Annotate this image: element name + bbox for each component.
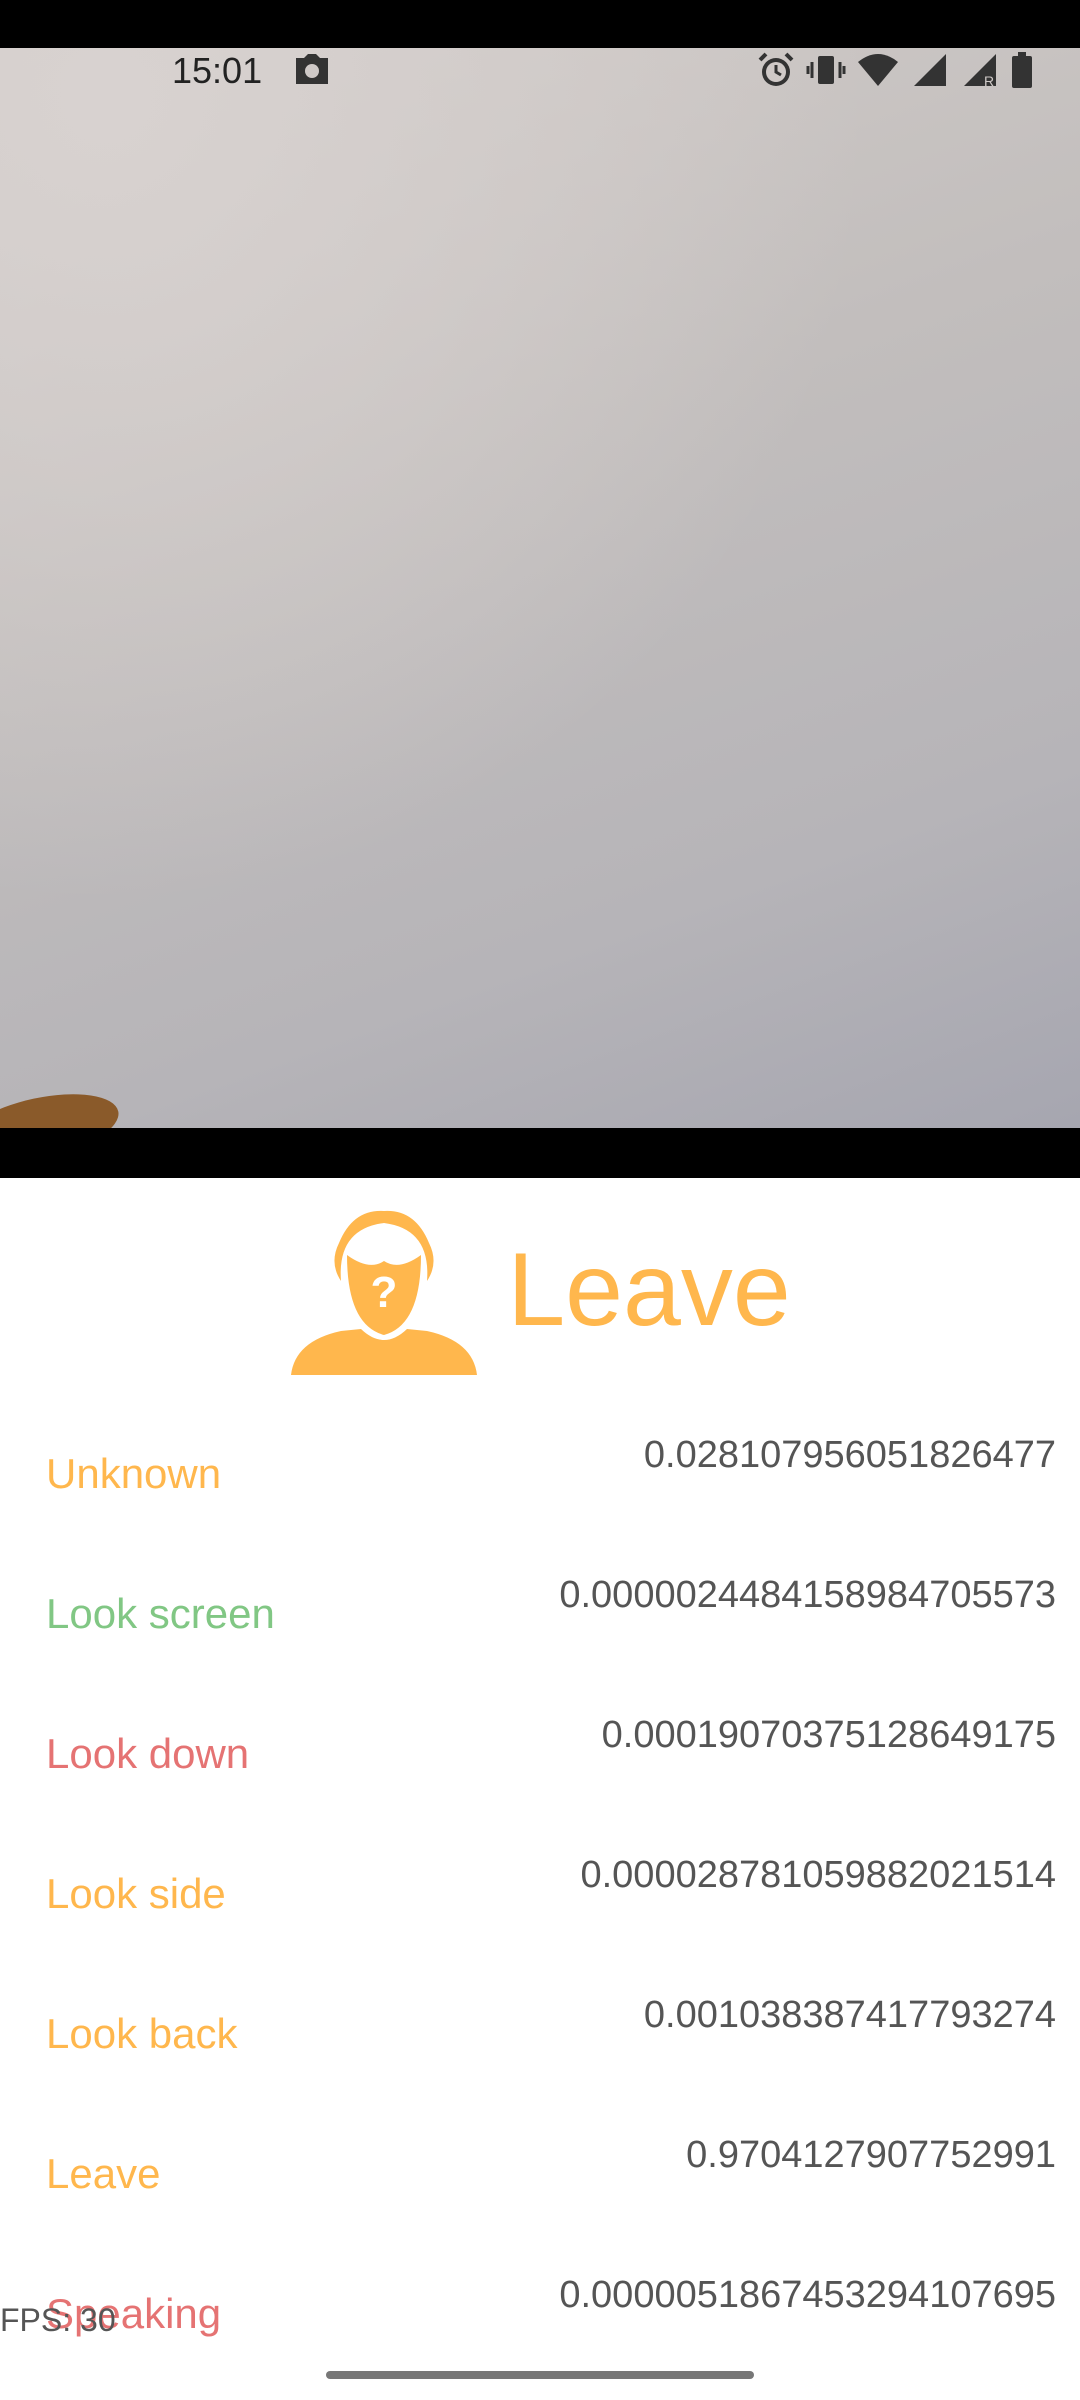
preview-letterbox [0, 1128, 1080, 1178]
score-row-look-screen: Look screen 0.0000024484158984705573 [0, 1540, 1080, 1680]
wooden-object [0, 1082, 125, 1128]
person-question-icon: ? [291, 1210, 478, 1375]
score-value: 0.028107956051826477 [643, 1434, 1056, 1476]
status-bar: 15:01 R [0, 48, 1080, 92]
camera-icon [292, 52, 332, 93]
home-indicator[interactable] [326, 2371, 754, 2379]
score-row-unknown: Unknown 0.028107956051826477 [0, 1400, 1080, 1540]
status-time: 15:01 [172, 50, 263, 91]
status-bar-background [0, 0, 1080, 48]
score-value: 0.0000051867453294107695 [559, 2274, 1056, 2316]
score-value: 0.00019070375128649175 [601, 1714, 1056, 1756]
score-label: Leave [46, 2150, 161, 2197]
score-label: Look back [46, 2010, 238, 2057]
score-row-leave: Leave 0.9704127907752991 [0, 2100, 1080, 2240]
score-label: Look screen [46, 1590, 275, 1637]
camera-preview: 15:01 R [0, 48, 1080, 1128]
signal-roaming-icon: R [960, 50, 1000, 90]
result-title: Leave [507, 1231, 791, 1348]
wifi-icon [856, 50, 900, 90]
score-value: 0.000028781059882021514 [580, 1854, 1056, 1896]
score-row-look-back: Look back 0.001038387417793274 [0, 1960, 1080, 2100]
battery-icon [1010, 50, 1034, 90]
vibrate-icon [806, 50, 846, 90]
signal-icon [910, 50, 950, 90]
score-label: Look side [46, 1870, 226, 1917]
status-icons: R [756, 50, 1034, 90]
score-value: 0.9704127907752991 [686, 2134, 1056, 2176]
svg-text:R: R [984, 73, 994, 89]
result-header: ? Leave [0, 1200, 1080, 1380]
fps-counter: FPS: 30 [0, 2302, 116, 2338]
score-value: 0.001038387417793274 [643, 1994, 1056, 2036]
score-list: Unknown 0.028107956051826477 Look screen… [0, 1400, 1080, 2380]
alarm-icon [756, 50, 796, 90]
score-label: Look down [46, 1730, 250, 1777]
score-row-look-down: Look down 0.00019070375128649175 [0, 1680, 1080, 1820]
svg-text:?: ? [371, 1268, 398, 1317]
score-row-look-side: Look side 0.000028781059882021514 [0, 1820, 1080, 1960]
score-value: 0.0000024484158984705573 [559, 1574, 1056, 1616]
score-label: Unknown [46, 1450, 222, 1497]
score-row-speaking: Speaking 0.0000051867453294107695 [0, 2240, 1080, 2380]
